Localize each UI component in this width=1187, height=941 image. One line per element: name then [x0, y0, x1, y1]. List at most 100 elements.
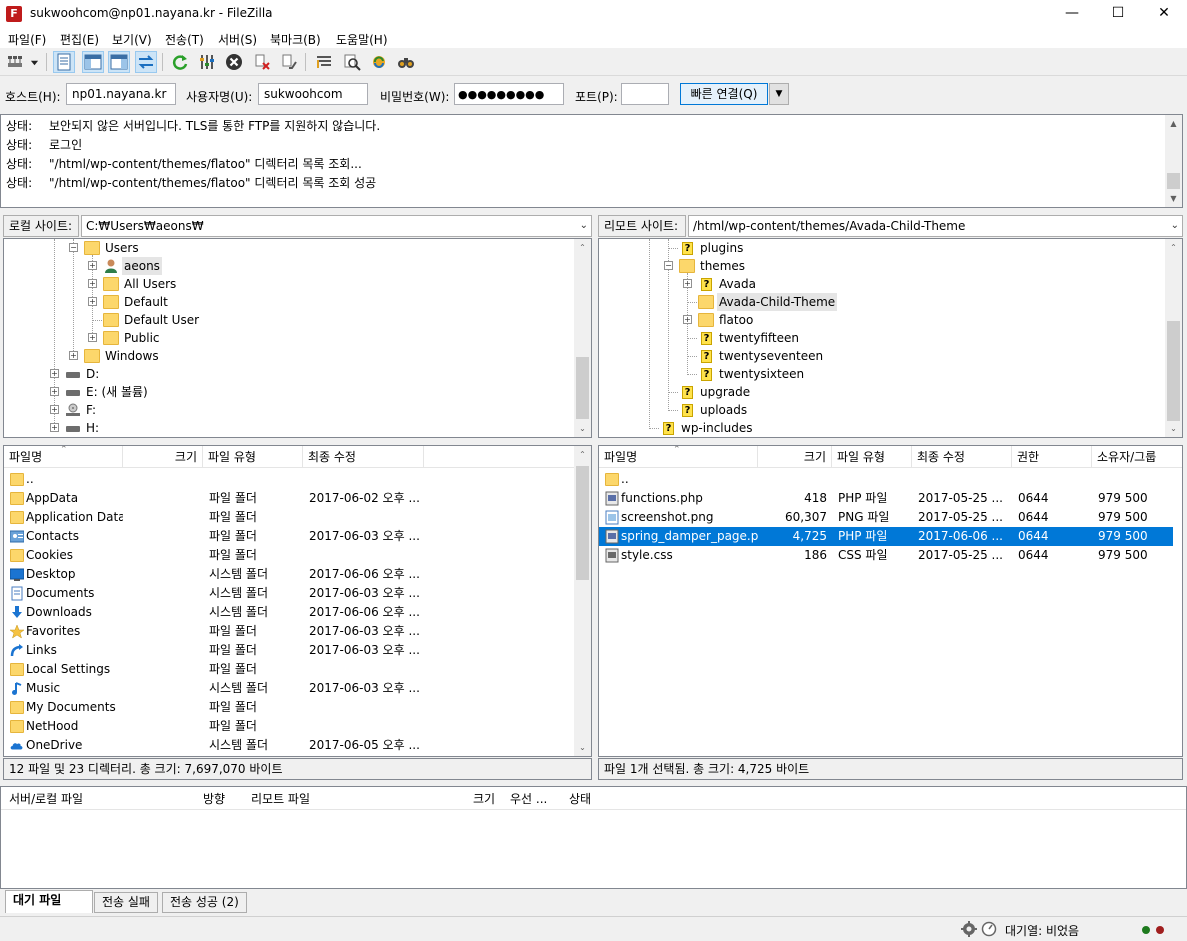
remote-path-combo[interactable]: /html/wp-content/themes/Avada-Child-Them…: [688, 215, 1183, 237]
toggle-remote-tree-icon[interactable]: [108, 51, 130, 73]
column-header-modified[interactable]: 최종 수정: [303, 446, 424, 468]
tab-queued-files[interactable]: 대기 파일: [5, 890, 93, 913]
local-file-row[interactable]: Cookies 파일 폴더: [4, 546, 574, 565]
password-input[interactable]: [454, 83, 564, 105]
column-header-size[interactable]: 크기: [123, 446, 203, 468]
quickconnect-history-button[interactable]: ▼: [769, 83, 789, 105]
disconnect-icon[interactable]: [251, 51, 273, 73]
local-file-row[interactable]: ..: [4, 470, 574, 489]
expand-icon[interactable]: +: [88, 297, 97, 306]
expand-icon[interactable]: +: [88, 261, 97, 270]
column-header-filename[interactable]: 파일명 ⌃: [599, 446, 758, 468]
quickconnect-button[interactable]: 빠른 연결(Q): [680, 83, 768, 105]
dropdown-arrow-icon[interactable]: [27, 51, 41, 73]
local-file-row[interactable]: Downloads 시스템 폴더 2017-06-06 오후 ...: [4, 603, 574, 622]
expand-icon[interactable]: +: [69, 351, 78, 360]
local-file-row[interactable]: AppData 파일 폴더 2017-06-02 오후 ...: [4, 489, 574, 508]
menu-transfer[interactable]: 전송(T): [165, 31, 204, 48]
reconnect-icon[interactable]: [278, 51, 300, 73]
scroll-thumb[interactable]: [1167, 321, 1180, 421]
site-manager-icon[interactable]: [4, 51, 26, 73]
scroll-thumb[interactable]: [576, 466, 589, 580]
local-path-combo[interactable]: C:₩Users₩aeons₩ ⌄: [81, 215, 592, 237]
menu-bookmarks[interactable]: 북마크(B): [270, 31, 321, 48]
scroll-thumb[interactable]: [576, 357, 589, 419]
scroll-down-icon[interactable]: ▼: [1165, 190, 1182, 207]
host-input[interactable]: [66, 83, 176, 105]
expand-icon[interactable]: +: [683, 279, 692, 288]
scroll-down-icon[interactable]: ⌄: [574, 739, 591, 756]
local-file-row[interactable]: Music 시스템 폴더 2017-06-03 오후 ...: [4, 679, 574, 698]
refresh-icon[interactable]: [169, 51, 191, 73]
toggle-log-icon[interactable]: [53, 51, 75, 73]
chevron-down-icon[interactable]: ⌄: [580, 216, 588, 236]
local-file-row[interactable]: NetHood 파일 폴더: [4, 717, 574, 736]
column-header-size[interactable]: 크기: [758, 446, 832, 468]
toggle-local-tree-icon[interactable]: [82, 51, 104, 73]
local-file-row[interactable]: Contacts 파일 폴더 2017-06-03 오후 ...: [4, 527, 574, 546]
column-header-owner[interactable]: 소유자/그룹: [1092, 446, 1182, 468]
queue-column-priority[interactable]: 우선 ...: [510, 790, 547, 807]
local-file-row[interactable]: OneDrive 시스템 폴더 2017-06-05 오후 ...: [4, 736, 574, 755]
queue-column-local-file[interactable]: 서버/로컬 파일: [9, 790, 83, 807]
expand-icon[interactable]: +: [88, 333, 97, 342]
column-header-type[interactable]: 파일 유형: [832, 446, 912, 468]
remote-file-row[interactable]: functions.php 418 PHP 파일 2017-05-25 ... 0644…: [599, 489, 1173, 508]
local-file-row[interactable]: Local Settings 파일 폴더: [4, 660, 574, 679]
column-header-modified[interactable]: 최종 수정: [912, 446, 1012, 468]
local-file-row[interactable]: Favorites 파일 폴더 2017-06-03 오후 ...: [4, 622, 574, 641]
menu-edit[interactable]: 편집(E): [60, 31, 99, 48]
expand-icon[interactable]: +: [50, 369, 59, 378]
scroll-up-icon[interactable]: ⌃: [1165, 239, 1182, 256]
expand-icon[interactable]: +: [88, 279, 97, 288]
scroll-up-icon[interactable]: ⌃: [574, 446, 591, 463]
queue-column-status[interactable]: 상태: [569, 790, 591, 807]
tab-successful-transfers[interactable]: 전송 성공 (2): [162, 892, 247, 913]
local-file-row[interactable]: Desktop 시스템 폴더 2017-06-06 오후 ...: [4, 565, 574, 584]
queue-column-size[interactable]: 크기: [473, 790, 495, 807]
collapse-icon[interactable]: −: [69, 243, 78, 252]
local-file-row[interactable]: Application Data 파일 폴더: [4, 508, 574, 527]
menu-file[interactable]: 파일(F): [8, 31, 46, 48]
gear-icon[interactable]: [961, 921, 977, 937]
queue-column-direction[interactable]: 방향: [203, 790, 225, 807]
scroll-up-icon[interactable]: ⌃: [574, 239, 591, 256]
toggle-queue-icon[interactable]: [135, 51, 157, 73]
expand-icon[interactable]: +: [683, 315, 692, 324]
expand-icon[interactable]: +: [50, 405, 59, 414]
minimize-icon[interactable]: —: [1049, 0, 1095, 28]
local-list-scrollbar[interactable]: ⌃ ⌄: [574, 446, 591, 756]
local-file-row[interactable]: Documents 시스템 폴더 2017-06-03 오후 ...: [4, 584, 574, 603]
menu-help[interactable]: 도움말(H): [336, 31, 388, 48]
menu-view[interactable]: 보기(V): [112, 31, 152, 48]
search-files-icon[interactable]: [341, 51, 363, 73]
log-scrollbar[interactable]: ▲ ▼: [1165, 115, 1182, 207]
column-header-type[interactable]: 파일 유형: [203, 446, 303, 468]
expand-icon[interactable]: +: [50, 387, 59, 396]
cancel-icon[interactable]: [223, 51, 245, 73]
remote-file-row-selected[interactable]: spring_damper_page.php 4,725 PHP 파일 2017-06…: [599, 527, 1173, 546]
local-file-row[interactable]: Links 파일 폴더 2017-06-03 오후 ...: [4, 641, 574, 660]
expand-icon[interactable]: +: [50, 423, 59, 432]
tab-failed-transfers[interactable]: 전송 실패: [94, 892, 158, 913]
local-file-row[interactable]: My Documents 파일 폴더: [4, 698, 574, 717]
remote-file-row[interactable]: screenshot.png 60,307 PNG 파일 2017-05-25 ...…: [599, 508, 1173, 527]
speed-limit-icon[interactable]: [981, 921, 997, 937]
compare-icon[interactable]: [395, 51, 417, 73]
menu-server[interactable]: 서버(S): [218, 31, 257, 48]
scroll-down-icon[interactable]: ⌄: [1165, 420, 1182, 437]
local-tree-scrollbar[interactable]: ⌃ ⌄: [574, 239, 591, 437]
maximize-icon[interactable]: ☐: [1095, 0, 1141, 28]
chevron-down-icon[interactable]: ⌄: [1171, 216, 1179, 236]
remote-tree-scrollbar[interactable]: ⌃ ⌄: [1165, 239, 1182, 437]
port-input[interactable]: [621, 83, 669, 105]
username-input[interactable]: [258, 83, 368, 105]
collapse-icon[interactable]: −: [664, 261, 673, 270]
scroll-down-icon[interactable]: ⌄: [574, 420, 591, 437]
column-header-filename[interactable]: 파일명 ⌃: [4, 446, 123, 468]
close-icon[interactable]: ✕: [1141, 0, 1187, 28]
scroll-thumb[interactable]: [1167, 173, 1180, 189]
scroll-up-icon[interactable]: ▲: [1165, 115, 1182, 132]
process-queue-icon[interactable]: [196, 51, 218, 73]
filter-icon[interactable]: [313, 51, 335, 73]
